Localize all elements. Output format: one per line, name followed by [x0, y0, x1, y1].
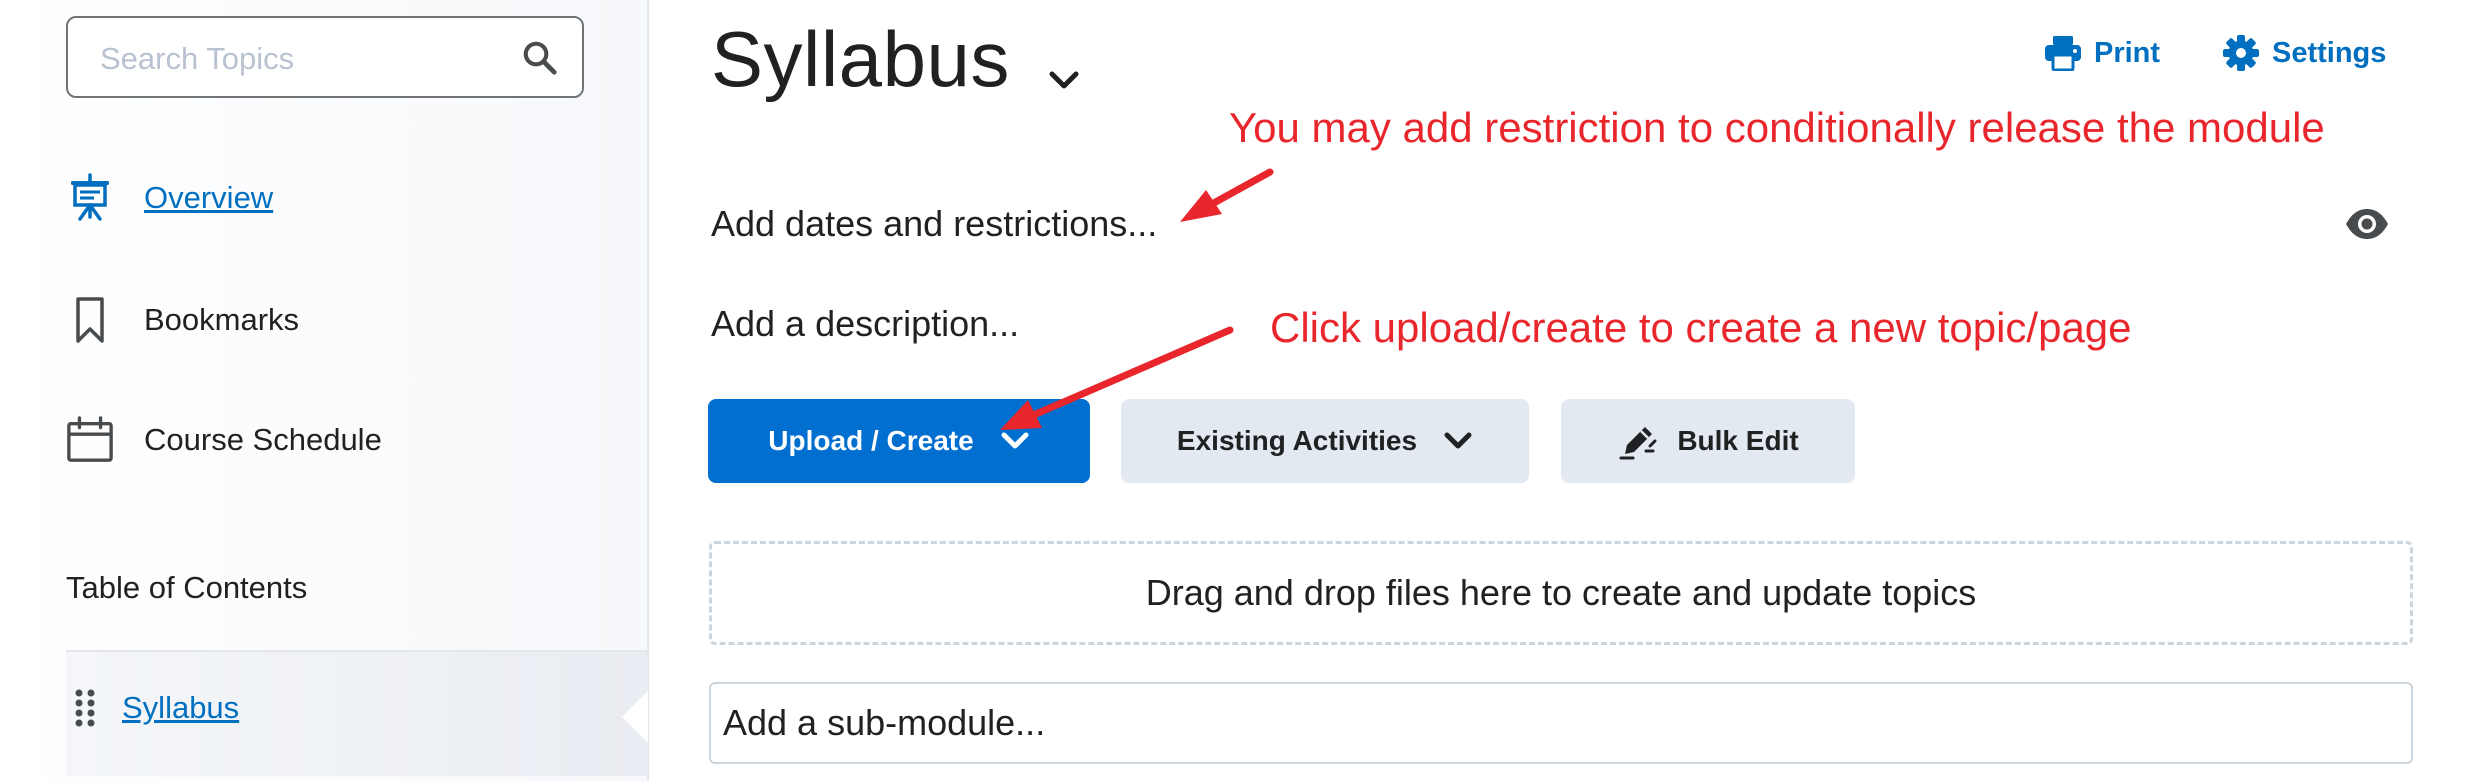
chevron-down-icon	[1049, 71, 1079, 89]
settings-button[interactable]: Settings	[2222, 34, 2386, 72]
toc-item-label[interactable]: Syllabus	[122, 690, 239, 726]
eye-icon	[2346, 209, 2388, 239]
bulk-edit-label: Bulk Edit	[1677, 425, 1799, 456]
calendar-icon	[66, 414, 114, 466]
existing-activities-label: Existing Activities	[1176, 425, 1418, 456]
settings-label: Settings	[2272, 36, 2387, 69]
nav-item-label: Bookmarks	[144, 302, 300, 337]
visibility-toggle[interactable]	[2344, 206, 2390, 242]
file-dropzone[interactable]: Drag and drop files here to create and u…	[709, 541, 2413, 645]
nav-item-course-schedule[interactable]: Course Schedule	[66, 410, 382, 470]
toc-heading: Table of Contents	[66, 570, 308, 605]
chevron-down-icon	[1443, 430, 1473, 452]
annotation-restriction: You may add restriction to conditionally…	[1229, 104, 2325, 151]
toc-item-syllabus[interactable]: Syllabus	[66, 652, 647, 776]
upload-create-label: Upload / Create	[768, 425, 974, 456]
nav-item-label: Course Schedule	[144, 422, 382, 457]
pencil-edit-icon	[1617, 420, 1659, 462]
nav-item-label[interactable]: Overview	[144, 180, 273, 216]
selected-indicator	[622, 691, 648, 743]
chevron-down-icon	[1000, 430, 1030, 452]
sidebar: Overview Bookmarks Course Schedule Table…	[0, 0, 649, 781]
search-icon	[523, 41, 557, 75]
arrow-restriction	[1180, 168, 1274, 222]
print-label: Print	[2094, 36, 2161, 69]
page-title: Syllabus	[711, 15, 1010, 103]
printer-icon	[2044, 34, 2082, 72]
bulk-edit-button[interactable]: Bulk Edit	[1561, 399, 1855, 483]
title-menu-button[interactable]	[1044, 60, 1084, 100]
bookmark-icon	[66, 294, 114, 346]
add-submodule-field[interactable]: Add a sub-module...	[709, 682, 2413, 764]
nav-item-bookmarks[interactable]: Bookmarks	[66, 290, 299, 350]
gear-icon	[2222, 34, 2260, 72]
drag-handle-icon[interactable]	[74, 688, 96, 733]
nav-item-overview[interactable]: Overview	[66, 168, 273, 228]
upload-create-button[interactable]: Upload / Create	[708, 399, 1090, 483]
add-description-link[interactable]: Add a description...	[711, 303, 1019, 345]
annotation-upload: Click upload/create to create a new topi…	[1270, 304, 2132, 351]
search-box	[66, 16, 584, 98]
search-input[interactable]	[98, 36, 502, 82]
presentation-board-icon	[66, 172, 114, 224]
add-dates-restrictions-link[interactable]: Add dates and restrictions...	[711, 203, 1157, 245]
search-button[interactable]	[518, 36, 562, 80]
print-button[interactable]: Print	[2044, 34, 2160, 72]
existing-activities-button[interactable]: Existing Activities	[1121, 399, 1529, 483]
